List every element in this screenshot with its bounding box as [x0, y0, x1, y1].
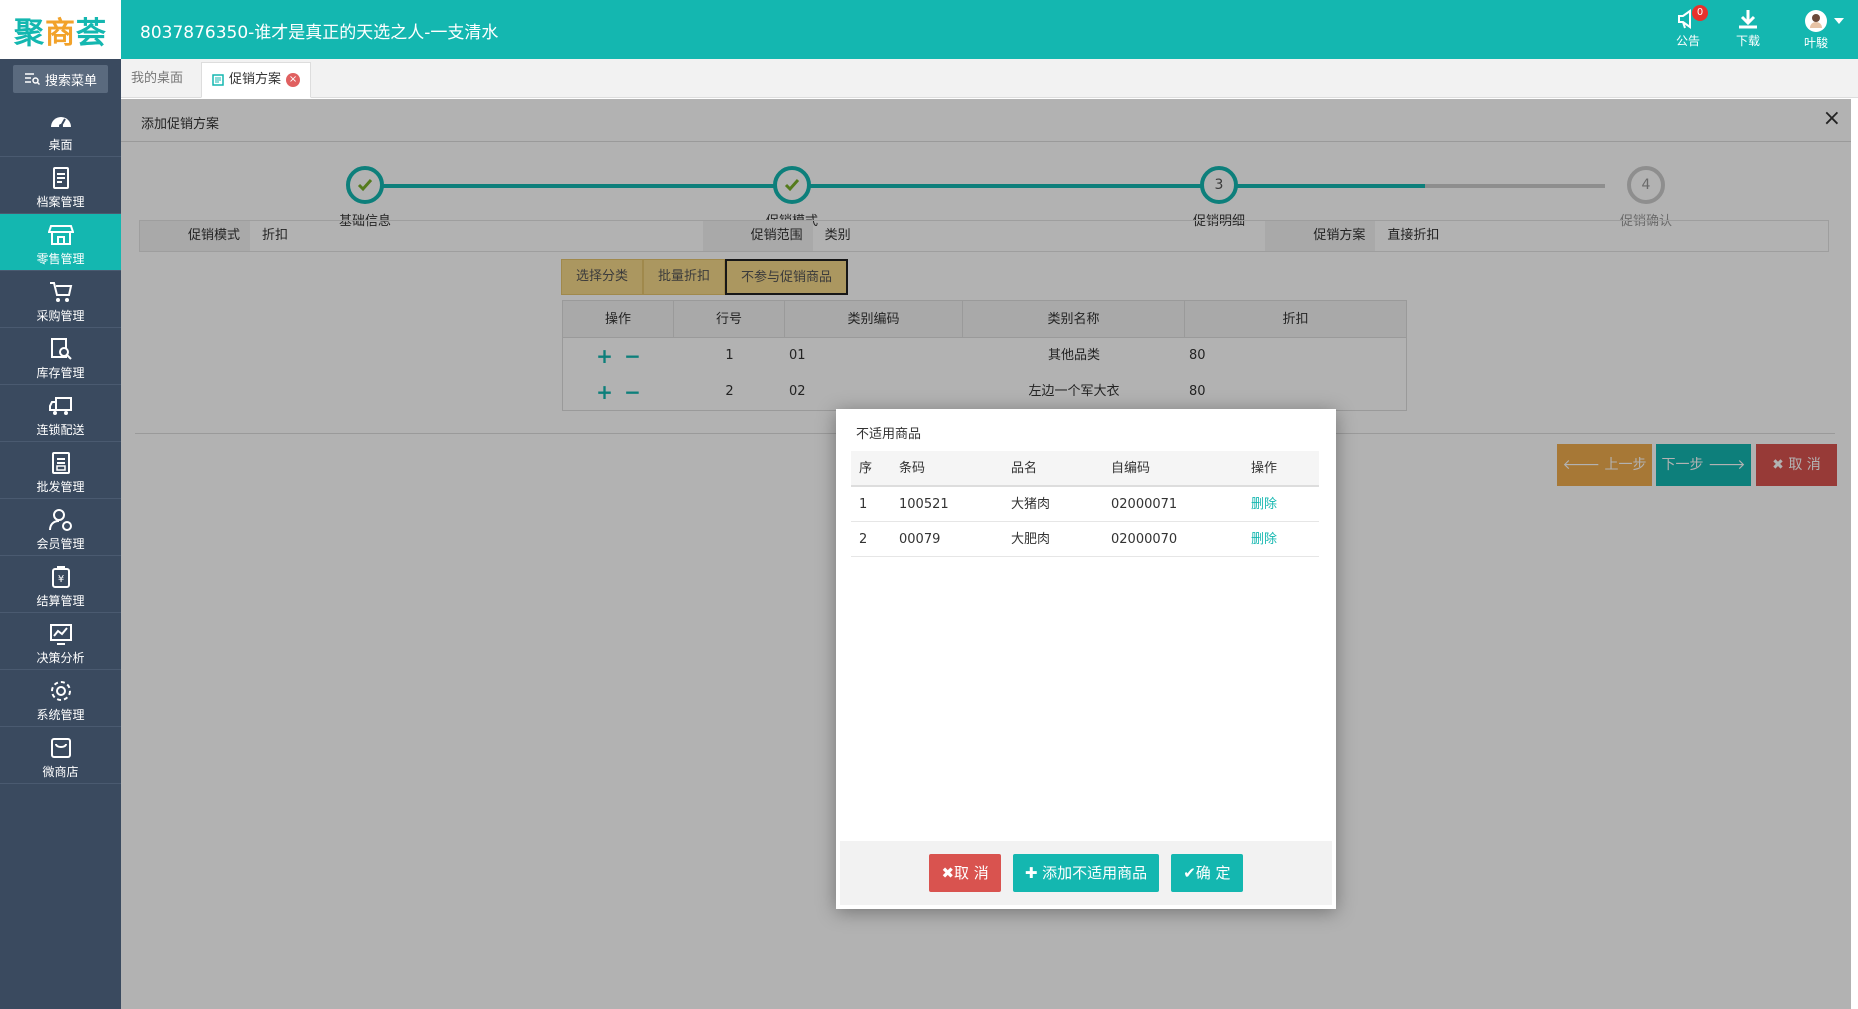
svg-text:¥: ¥ — [57, 574, 63, 585]
app-logo[interactable]: 聚商荟 — [0, 0, 121, 59]
sidebar-item-purchase[interactable]: 采购管理 — [0, 271, 121, 328]
add-excluded-goods-button[interactable]: ✚ 添加不适用商品 — [1012, 854, 1160, 892]
dialog-confirm-label: 确 定 — [1195, 864, 1231, 882]
sidebar-item-settlement[interactable]: ¥ 结算管理 — [0, 556, 121, 613]
sidebar-item-desktop[interactable]: 桌面 — [0, 100, 121, 157]
sidebar-item-archive[interactable]: 档案管理 — [0, 157, 121, 214]
notice-badge: 0 — [1692, 5, 1708, 21]
sidebar-item-analysis[interactable]: 决策分析 — [0, 613, 121, 670]
dialog-confirm-button[interactable]: ✔确 定 — [1171, 854, 1243, 892]
sidebar-item-label: 会员管理 — [36, 537, 85, 551]
chevron-down-icon — [1834, 18, 1844, 24]
header-cell: 自编码 — [1111, 461, 1151, 476]
dialog-title: 不适用商品 — [856, 427, 922, 442]
excluded-goods-table: 序 条码 品名 自编码 操作 1 100521 大猪肉 02000071 删除 … — [851, 451, 1319, 557]
sidebar-item-label: 库存管理 — [36, 366, 85, 380]
gear-icon — [50, 681, 71, 701]
document-icon — [212, 74, 224, 86]
plus-icon: ✚ — [1024, 864, 1038, 882]
inventory-search-icon — [50, 338, 72, 360]
sidebar-item-member[interactable]: 会员管理 — [0, 499, 121, 556]
wholesale-icon — [51, 452, 70, 474]
tab-promotion-plan[interactable]: 促销方案 × — [201, 62, 312, 98]
cell-seq: 1 — [859, 497, 868, 512]
header-cell: 操作 — [1251, 461, 1278, 476]
cell-barcode: 100521 — [899, 497, 949, 512]
sidebar-item-label: 结算管理 — [36, 594, 85, 608]
header-cell: 品名 — [1011, 461, 1038, 476]
menu-search-icon — [24, 73, 40, 86]
sidebar-item-inventory[interactable]: 库存管理 — [0, 328, 121, 385]
excluded-goods-dialog: 不适用商品 序 条码 品名 自编码 操作 1 100521 大猪肉 020000… — [836, 409, 1336, 909]
tab-my-desktop[interactable]: 我的桌面 — [121, 62, 193, 98]
sidebar-item-label: 连锁配送 — [36, 423, 85, 437]
cell-name: 大肥肉 — [1011, 532, 1051, 547]
cell-code: 02000071 — [1111, 497, 1178, 512]
shop-bag-icon — [50, 738, 71, 758]
notice-button[interactable]: 0 公告 — [1666, 5, 1710, 49]
tab-bar: 我的桌面 促销方案 × — [121, 59, 1858, 98]
cell-barcode: 00079 — [899, 532, 941, 547]
x-icon: ✖ — [941, 864, 955, 882]
delete-link[interactable]: 删除 — [1243, 522, 1319, 556]
truck-icon — [48, 397, 72, 415]
logo-text: 聚 — [14, 15, 45, 51]
logo-text-mid: 商 — [45, 15, 76, 51]
user-menu[interactable]: 叶駿 — [1794, 8, 1844, 51]
cell-name: 大猪肉 — [1011, 497, 1051, 512]
cell-code: 02000070 — [1111, 532, 1178, 547]
dialog-cancel-label: 取 消 — [954, 864, 989, 882]
cell-seq: 2 — [859, 532, 868, 547]
search-menu-button[interactable]: 搜索菜单 — [13, 65, 108, 93]
download-icon — [1739, 10, 1757, 29]
user-name: 叶駿 — [1803, 36, 1828, 50]
download-button[interactable]: 下载 — [1726, 8, 1770, 49]
cart-icon — [49, 282, 72, 302]
tab-close-icon[interactable]: × — [286, 73, 301, 87]
sidebar: 搜索菜单 桌面 档案管理 零售管理 采购管理 库存管理 连锁配送 批发管理 会员… — [0, 59, 121, 1009]
dashboard-icon — [50, 117, 71, 128]
table-row: 2 00079 大肥肉 02000070 删除 — [851, 522, 1319, 557]
check-icon: ✔ — [1183, 864, 1196, 882]
table-header: 序 条码 品名 自编码 操作 — [851, 451, 1319, 487]
dialog-cancel-button[interactable]: ✖取 消 — [929, 854, 1001, 892]
search-menu-label: 搜索菜单 — [44, 73, 97, 89]
sidebar-item-label: 决策分析 — [36, 651, 85, 665]
sidebar-item-retail[interactable]: 零售管理 — [0, 214, 121, 271]
header-cell: 序 — [859, 461, 873, 476]
user-icon — [1810, 14, 1822, 28]
dialog-footer: ✖取 消 ✚ 添加不适用商品 ✔确 定 — [840, 841, 1332, 905]
sidebar-item-label: 采购管理 — [36, 309, 85, 323]
settlement-icon: ¥ — [51, 566, 70, 588]
sidebar-item-label: 批发管理 — [36, 480, 85, 494]
top-bar: 聚商荟 8037876350-谁才是真正的天选之人-一支清水 0 公告 下载 叶… — [0, 0, 1858, 59]
sidebar-item-label: 档案管理 — [36, 195, 85, 209]
tab-label: 我的桌面 — [131, 71, 184, 86]
archive-icon — [52, 167, 69, 189]
sidebar-item-label: 桌面 — [48, 138, 73, 152]
header-cell: 条码 — [899, 461, 926, 476]
sidebar-item-label: 零售管理 — [36, 252, 85, 266]
avatar — [1805, 10, 1827, 32]
add-excluded-label: 添加不适用商品 — [1042, 864, 1148, 882]
logo-text-end: 荟 — [76, 15, 107, 51]
sidebar-item-label: 微商店 — [42, 765, 79, 779]
sidebar-item-wholesale[interactable]: 批发管理 — [0, 442, 121, 499]
store-icon — [47, 225, 74, 245]
member-icon — [48, 509, 72, 531]
sidebar-item-distribution[interactable]: 连锁配送 — [0, 385, 121, 442]
tab-label: 促销方案 — [229, 72, 282, 87]
notice-label: 公告 — [1675, 34, 1700, 48]
table-row: 1 100521 大猪肉 02000071 删除 — [851, 487, 1319, 522]
delete-link[interactable]: 删除 — [1243, 487, 1319, 521]
app-title: 8037876350-谁才是真正的天选之人-一支清水 — [140, 23, 499, 43]
sidebar-item-microstore[interactable]: 微商店 — [0, 727, 121, 784]
sidebar-item-system[interactable]: 系统管理 — [0, 670, 121, 727]
sidebar-item-label: 系统管理 — [36, 708, 85, 722]
chart-icon — [49, 624, 72, 645]
download-label: 下载 — [1735, 34, 1760, 48]
